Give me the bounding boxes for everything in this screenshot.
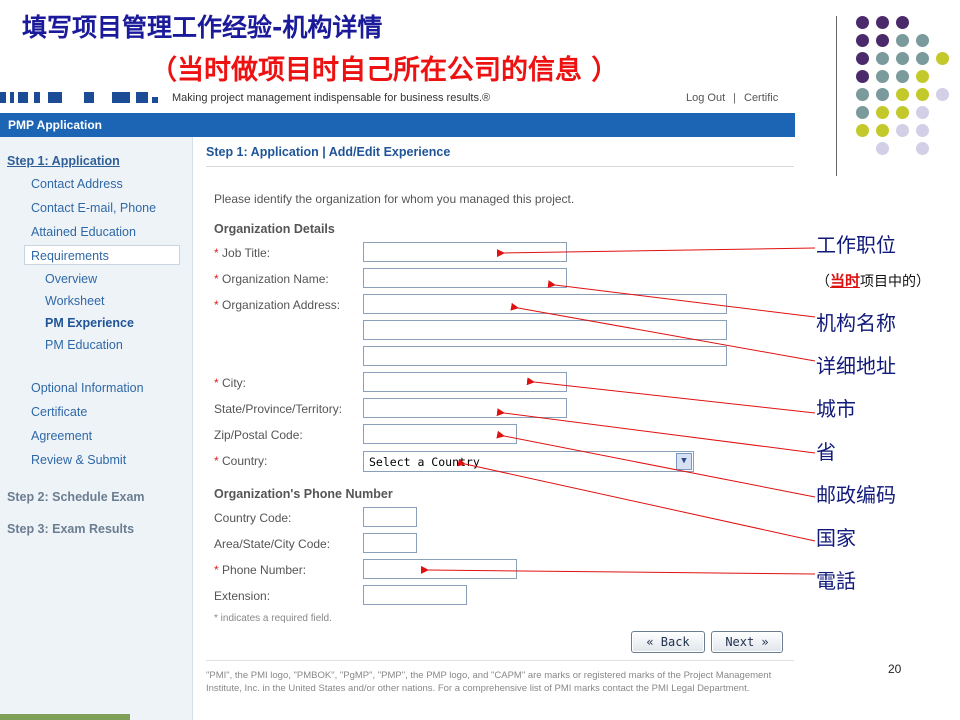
org-name-input[interactable] xyxy=(363,268,567,288)
sidebar-item-overview[interactable]: Overview xyxy=(45,272,97,286)
annotation-note-highlight: 当时 xyxy=(830,272,861,290)
certification-link[interactable]: Certific xyxy=(744,92,778,104)
org-address-input-3[interactable] xyxy=(363,346,727,366)
pmi-tagline: Making project management indispensable … xyxy=(172,92,491,104)
legal-footer: "PMI", the PMI logo, "PMBOK", "PgMP", "P… xyxy=(206,670,772,694)
slide-title: 填写项目管理工作经验-机构详情 xyxy=(22,13,383,42)
org-name-label: * Organization Name: xyxy=(214,272,329,286)
required-star: * xyxy=(214,376,219,390)
annotation-zip: 邮政编码 xyxy=(816,483,896,507)
country-code-label: Country Code: xyxy=(214,511,292,525)
zip-label: Zip/Postal Code: xyxy=(214,428,303,442)
decorative-dots xyxy=(852,14,949,155)
area-code-label: Area/State/City Code: xyxy=(214,537,331,551)
arrow-province xyxy=(496,408,816,454)
sidebar-item-attained-education[interactable]: Attained Education xyxy=(31,225,136,239)
sidebar-nav: Step 1: Application Contact Address Cont… xyxy=(0,137,193,720)
annotation-note-rest: 项目中的） xyxy=(860,274,931,290)
app-bar: PMP Application xyxy=(0,113,795,137)
job-title-input[interactable] xyxy=(363,242,567,262)
sidebar-item-certificate[interactable]: Certificate xyxy=(31,405,87,419)
header-separator: | xyxy=(733,92,736,104)
annotation-org-name: 机构名称 xyxy=(816,311,896,335)
country-label-text: Country: xyxy=(222,454,268,468)
intro-text: Please identify the organization for who… xyxy=(214,192,575,206)
arrow-city xyxy=(526,377,816,414)
org-address-label: * Organization Address: xyxy=(214,298,340,312)
slide-subtitle: （当时做项目时自己所在公司的信息 ） xyxy=(150,55,619,86)
sidebar-step3[interactable]: Step 3: Exam Results xyxy=(7,522,134,536)
annotation-province: 省 xyxy=(816,440,836,464)
sidebar-step1[interactable]: Step 1: Application xyxy=(7,154,120,168)
divider-line xyxy=(836,16,837,176)
annotation-job-title-note: （当时项目中的） xyxy=(816,270,930,291)
pmi-logo xyxy=(0,88,166,104)
decorative-bar xyxy=(0,714,130,720)
chevron-down-icon[interactable]: ▼ xyxy=(676,453,692,470)
annotation-city: 城市 xyxy=(816,397,856,421)
sidebar-item-contact-address[interactable]: Contact Address xyxy=(31,177,123,191)
area-code-input[interactable] xyxy=(363,533,417,553)
job-title-label-text: Job Title: xyxy=(222,246,271,260)
annotation-phone: 電話 xyxy=(816,569,856,593)
sidebar-item-agreement[interactable]: Agreement xyxy=(31,429,92,443)
phone-section-heading: Organization's Phone Number xyxy=(214,487,393,501)
sidebar-item-review-submit[interactable]: Review & Submit xyxy=(31,453,126,467)
extension-label: Extension: xyxy=(214,589,271,603)
required-star: * xyxy=(214,563,219,577)
required-star: * xyxy=(214,272,219,286)
logout-link[interactable]: Log Out xyxy=(686,92,725,104)
city-label: * City: xyxy=(214,376,246,390)
app-title: PMP Application xyxy=(8,118,103,132)
page-heading: Step 1: Application | Add/Edit Experienc… xyxy=(206,145,451,159)
country-label: * Country: xyxy=(214,454,267,468)
sidebar-item-pm-experience[interactable]: PM Experience xyxy=(45,316,134,330)
annotation-address: 详细地址 xyxy=(816,354,896,378)
sidebar-item-optional-information[interactable]: Optional Information xyxy=(31,381,144,395)
job-title-label: * Job Title: xyxy=(214,246,270,260)
sidebar-item-contact-email[interactable]: Contact E-mail, Phone xyxy=(31,201,156,215)
org-address-input-1[interactable] xyxy=(363,294,727,314)
sidebar-item-worksheet[interactable]: Worksheet xyxy=(45,294,105,308)
state-input[interactable] xyxy=(363,398,567,418)
heading-divider xyxy=(206,166,794,167)
annotation-note-open: （ xyxy=(816,274,830,290)
required-star: * xyxy=(214,298,219,312)
required-star: * xyxy=(214,246,219,260)
org-address-label-text: Organization Address: xyxy=(222,298,341,312)
state-label: State/Province/Territory: xyxy=(214,402,343,416)
phone-number-label: * Phone Number: xyxy=(214,563,306,577)
extension-input[interactable] xyxy=(363,585,467,605)
country-code-input[interactable] xyxy=(363,507,417,527)
city-input[interactable] xyxy=(363,372,567,392)
required-note: * indicates a required field. xyxy=(214,613,332,624)
back-button[interactable]: « Back xyxy=(631,631,705,653)
zip-input[interactable] xyxy=(363,424,517,444)
country-select-value: Select a Country xyxy=(369,455,480,469)
sidebar-item-requirements[interactable]: Requirements xyxy=(31,249,109,263)
header-links: Log Out | Certific xyxy=(686,92,778,104)
phone-number-label-text: Phone Number: xyxy=(222,563,307,577)
arrow-country xyxy=(457,458,816,542)
org-address-input-2[interactable] xyxy=(363,320,727,340)
page-number: 20 xyxy=(888,662,902,676)
sidebar-step2[interactable]: Step 2: Schedule Exam xyxy=(7,490,145,504)
city-label-text: City: xyxy=(222,376,247,390)
sidebar-item-pm-education[interactable]: PM Education xyxy=(45,338,123,352)
org-details-heading: Organization Details xyxy=(214,222,335,236)
next-button[interactable]: Next » xyxy=(711,631,783,653)
phone-number-input[interactable] xyxy=(363,559,517,579)
required-star: * xyxy=(214,454,219,468)
annotation-job-title: 工作职位 xyxy=(816,233,896,257)
annotation-country: 国家 xyxy=(816,526,856,550)
footer-divider xyxy=(206,660,794,661)
country-select[interactable]: Select a Country ▼ xyxy=(363,451,694,472)
org-name-label-text: Organization Name: xyxy=(222,272,329,286)
